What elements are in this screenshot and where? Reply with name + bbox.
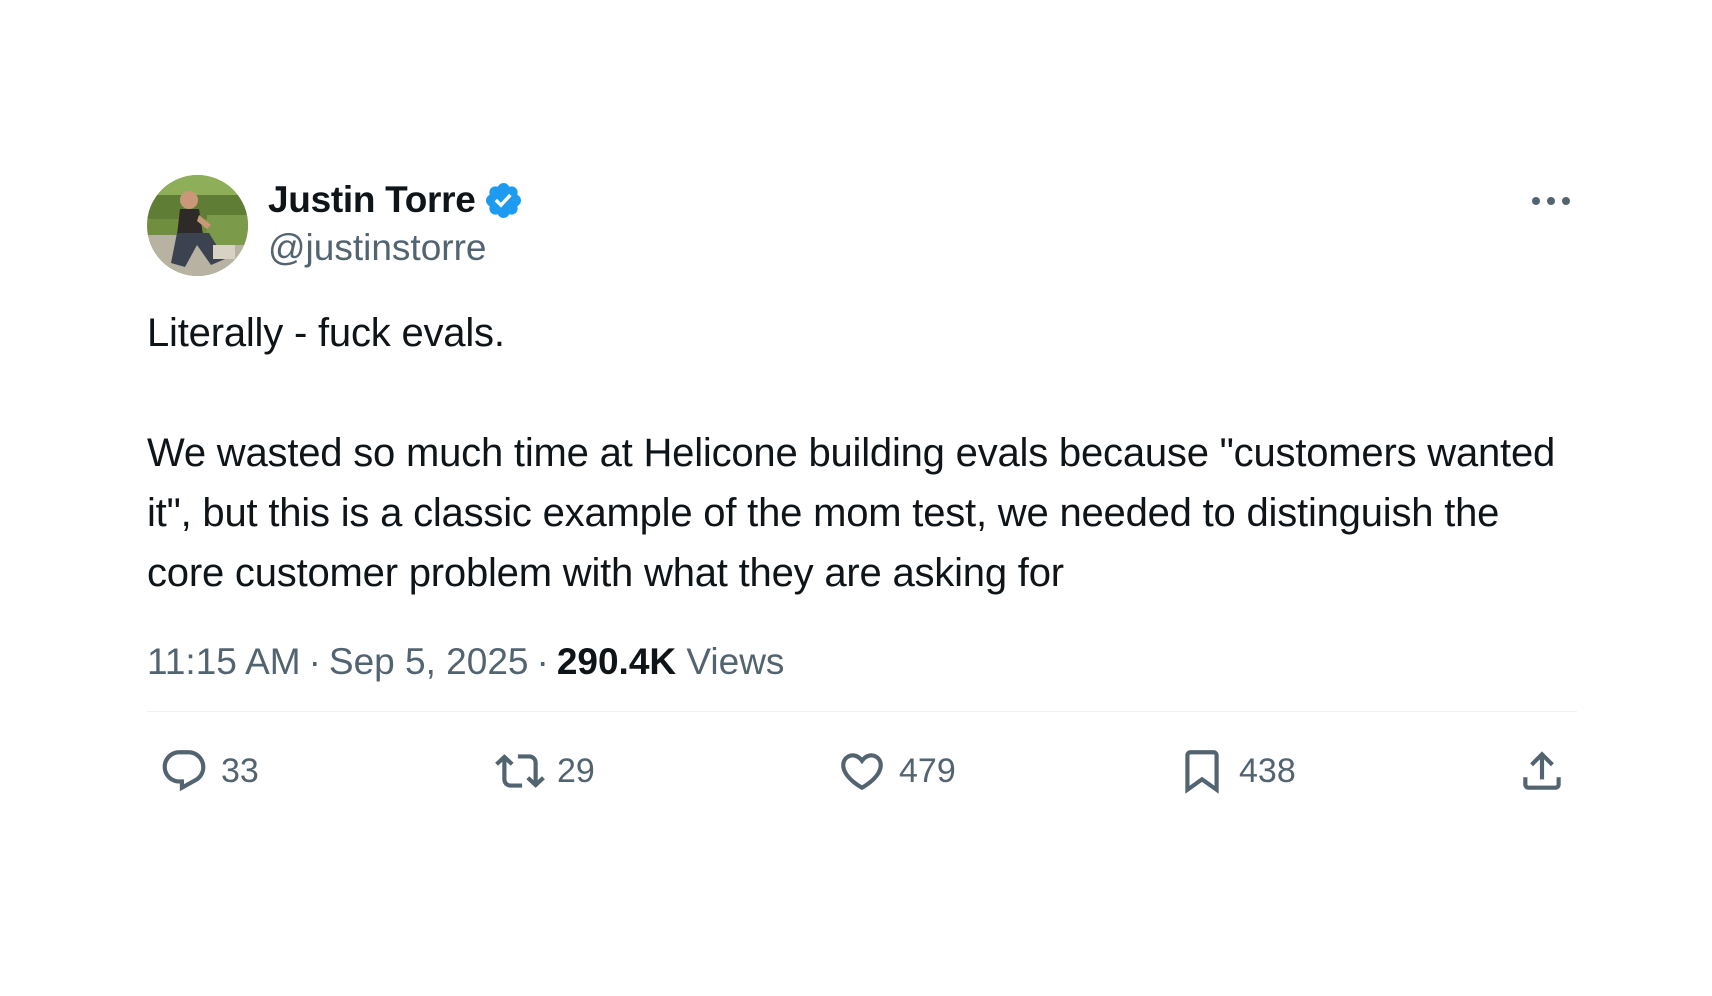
retweet-count: 29 bbox=[557, 751, 595, 790]
views-label[interactable]: Views bbox=[686, 641, 784, 683]
tweet-date[interactable]: Sep 5, 2025 bbox=[329, 641, 529, 683]
avatar[interactable] bbox=[147, 175, 248, 276]
tweet-header: Justin Torre @justinstorre bbox=[147, 175, 1577, 277]
tweet-paragraph: Literally - fuck evals. bbox=[147, 311, 505, 355]
author-handle[interactable]: @justinstorre bbox=[268, 227, 524, 269]
action-bar: 33 29 479 438 bbox=[147, 712, 1577, 832]
verified-badge-icon bbox=[483, 180, 524, 221]
meta-separator: · bbox=[308, 641, 321, 682]
tweet-text: Literally - fuck evals. We wasted so muc… bbox=[147, 303, 1577, 603]
reply-count: 33 bbox=[221, 751, 259, 790]
tweet-meta: 11:15 AM · Sep 5, 2025 · 290.4K Views bbox=[147, 641, 1577, 683]
heart-icon bbox=[841, 753, 883, 791]
bookmark-button[interactable]: 438 bbox=[1177, 746, 1296, 796]
share-button[interactable] bbox=[1517, 746, 1567, 796]
retweet-icon bbox=[495, 754, 545, 788]
bookmark-count: 438 bbox=[1239, 751, 1296, 790]
tweet-time[interactable]: 11:15 AM bbox=[147, 641, 301, 683]
tweet-paragraph: We wasted so much time at Helicone build… bbox=[147, 431, 1556, 595]
reply-icon bbox=[162, 750, 206, 792]
like-button[interactable]: 479 bbox=[837, 746, 956, 796]
tweet-card: Justin Torre @justinstorre Literally - f… bbox=[147, 175, 1577, 832]
avatar-photo bbox=[147, 175, 248, 276]
author-display-name[interactable]: Justin Torre bbox=[268, 179, 476, 221]
meta-separator: · bbox=[536, 641, 549, 682]
display-name-row: Justin Torre bbox=[268, 177, 524, 223]
views-spacer bbox=[676, 641, 686, 683]
reply-button[interactable]: 33 bbox=[159, 746, 259, 796]
more-options-icon[interactable] bbox=[1525, 187, 1577, 215]
retweet-button[interactable]: 29 bbox=[495, 746, 595, 796]
share-icon bbox=[1523, 751, 1561, 790]
views-count[interactable]: 290.4K bbox=[557, 641, 676, 683]
bookmark-icon bbox=[1185, 750, 1219, 794]
like-count: 479 bbox=[899, 751, 956, 790]
author-names: Justin Torre @justinstorre bbox=[268, 177, 524, 269]
